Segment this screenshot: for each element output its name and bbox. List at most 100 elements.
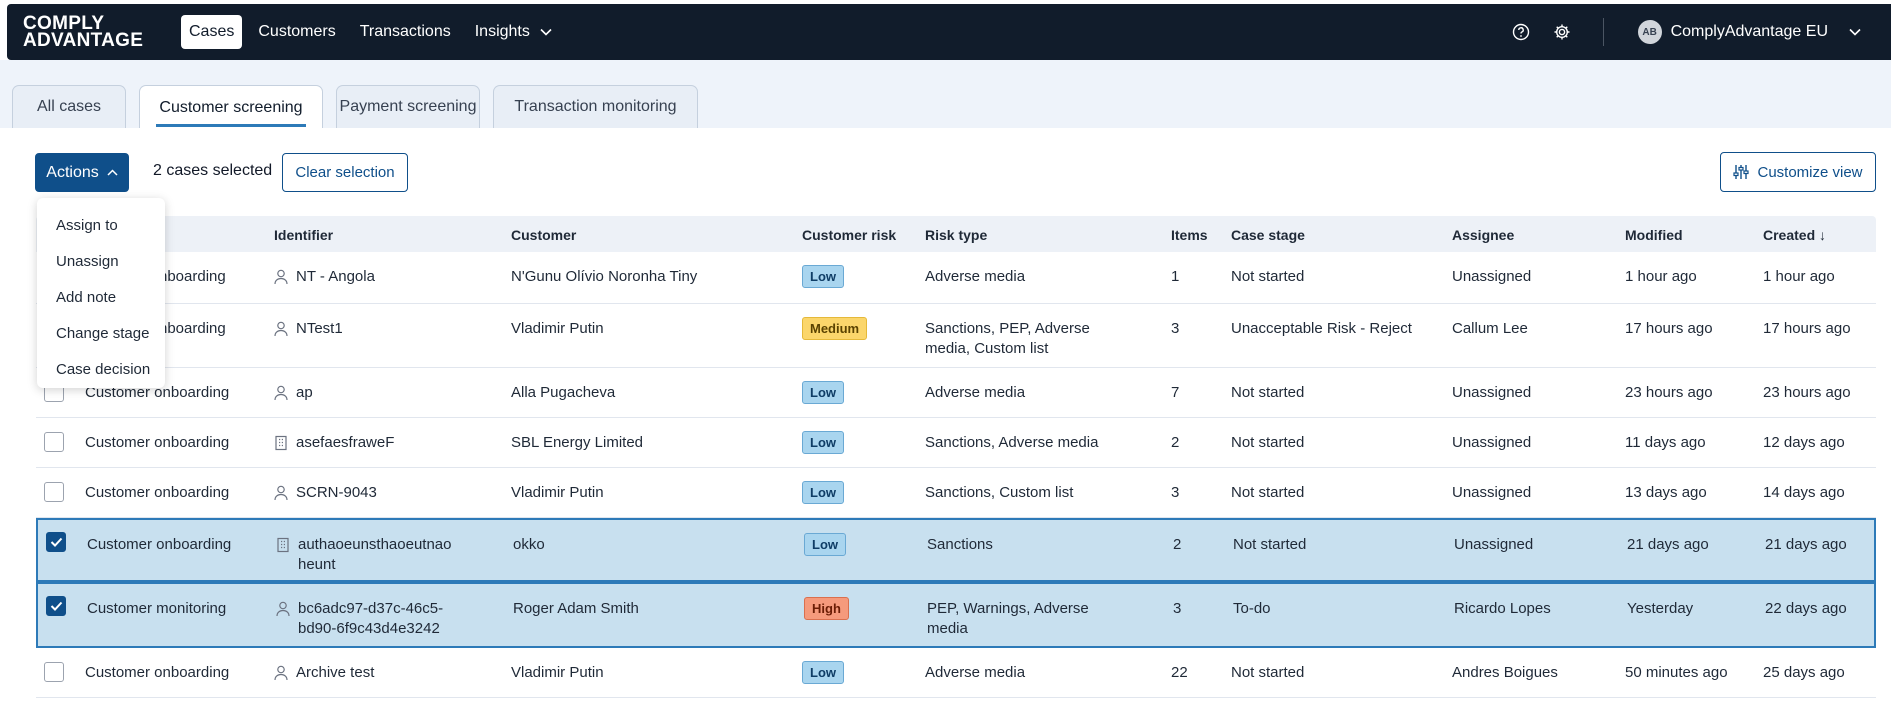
menu-item-unassign[interactable]: Unassign [37, 244, 165, 280]
risk-badge: Medium [802, 317, 868, 340]
items-count: 3 [1171, 320, 1180, 337]
header-customer[interactable]: Customer [511, 225, 576, 245]
identifier-text: Archive test [296, 664, 375, 681]
header-customer-risk[interactable]: Customer risk [802, 225, 896, 245]
items-count: 1 [1171, 268, 1180, 285]
customer-name[interactable]: SBL Energy Limited [511, 433, 643, 453]
case-identifier[interactable]: NTest1 [274, 319, 343, 339]
customer-name[interactable]: okko [513, 535, 545, 555]
nav-transactions-label: Transactions [359, 23, 451, 40]
header-risk-type[interactable]: Risk type [925, 225, 987, 245]
header-assignee[interactable]: Assignee [1452, 225, 1514, 245]
risk-type: Sanctions, Adverse media [925, 434, 1099, 451]
risk-badge: Low [802, 265, 844, 288]
tab-payment-screening[interactable]: Payment screening [336, 85, 480, 128]
customer-name[interactable]: Vladimir Putin [511, 483, 604, 503]
actions-menu: Assign to Unassign Add note Change stage… [37, 198, 165, 388]
header-created[interactable]: Created ↓ [1763, 225, 1826, 245]
row-checkbox[interactable] [46, 532, 66, 552]
customer-name[interactable]: N'Gunu Olívio Noronha Tiny [511, 267, 697, 287]
building-icon [276, 537, 290, 559]
header-items[interactable]: Items [1171, 225, 1208, 245]
risk-badge: Low [802, 381, 844, 404]
customer-name[interactable]: Vladimir Putin [511, 663, 604, 683]
identifier-text: asefaesfraweF [296, 434, 395, 451]
actions-button-label: Actions [46, 163, 99, 181]
case-type: nboarding [159, 320, 226, 337]
menu-item-case-decision[interactable]: Case decision [37, 352, 165, 388]
customer-name[interactable]: Vladimir Putin [511, 319, 604, 339]
customer-risk: Low [802, 661, 844, 684]
comply-advantage-logo[interactable]: COMPLY ADVANTAGE [23, 14, 158, 50]
table-row[interactable]: nboarding NTest1 Vladimir Putin Medium Sanct… [36, 304, 1876, 368]
risk-type: Sanctions, PEP, Adverse media, Custom lis… [925, 319, 1090, 359]
menu-item-add-note[interactable]: Add note [37, 280, 165, 316]
settings-button[interactable] [1550, 20, 1574, 44]
case-stage: Unacceptable Risk - Reject [1231, 320, 1412, 337]
help-button[interactable] [1509, 20, 1533, 44]
checkmark-icon [50, 601, 63, 611]
items-count: 2 [1171, 434, 1180, 451]
nav-cases[interactable]: Cases [181, 15, 243, 49]
customer-risk: Medium [802, 317, 868, 340]
chevron-down-icon [540, 28, 552, 36]
case-identifier[interactable]: Archive test [274, 663, 374, 683]
nav-customers[interactable]: Customers [250, 15, 343, 49]
header-identifier[interactable]: Identifier [274, 225, 333, 245]
customer-risk: Low [802, 481, 844, 504]
menu-item-assign-to[interactable]: Assign to [37, 208, 165, 244]
table-row[interactable]: Customer onboarding SCRN-9043 Vladimir Put… [36, 468, 1876, 518]
customer-risk: Low [804, 533, 846, 556]
risk-type: Adverse media [925, 384, 1026, 401]
table-header: Identifier Customer Customer risk Risk t… [36, 216, 1876, 252]
table-row[interactable]: Customer monitoring bc6adc97-d37c-46c5- bd… [36, 582, 1876, 648]
row-checkbox[interactable] [44, 662, 64, 682]
risk-type-line: media [927, 620, 968, 637]
row-checkbox[interactable] [44, 482, 64, 502]
nav-insights[interactable]: Insights [467, 15, 560, 49]
account-name[interactable]: ComplyAdvantage EU [1671, 23, 1828, 41]
tab-all-cases[interactable]: All cases [12, 85, 126, 128]
gear-icon [1554, 24, 1570, 40]
risk-type: Adverse media [925, 268, 1026, 285]
nav-transactions[interactable]: Transactions [352, 15, 459, 49]
table-row[interactable]: Customer onboarding asefaesfraweF SBL Ener… [36, 418, 1876, 468]
table-row[interactable]: Customer onboarding authaoeunsthaoeutnao h… [36, 518, 1876, 582]
avatar[interactable]: AB [1637, 20, 1662, 44]
case-identifier[interactable]: NT - Angola [274, 267, 375, 287]
actions-button[interactable]: Actions [35, 153, 129, 192]
customer-name[interactable]: Alla Pugacheva [511, 383, 615, 403]
table-row[interactable]: Customer onboarding ap Alla Pugacheva Low Ad… [36, 368, 1876, 418]
clear-selection-button[interactable]: Clear selection [282, 153, 408, 192]
case-stage: Not started [1231, 384, 1305, 401]
risk-badge: High [804, 597, 849, 620]
case-identifier[interactable]: authaoeunsthaoeutnao heunt [276, 535, 451, 575]
menu-item-change-stage[interactable]: Change stage [37, 316, 165, 352]
tab-transaction-monitoring[interactable]: Transaction monitoring [493, 85, 698, 128]
table-row[interactable]: nboarding NT - Angola N'Gunu Olívio Noronh… [36, 252, 1876, 304]
case-identifier[interactable]: ap [274, 383, 313, 403]
items-count: 7 [1171, 384, 1180, 401]
case-identifier[interactable]: SCRN-9043 [274, 483, 377, 503]
table-row[interactable]: Customer onboarding Archive test Vladimir … [36, 648, 1876, 698]
case-type: Customer onboarding [85, 484, 230, 501]
customize-view-button[interactable]: Customize view [1720, 152, 1876, 192]
tab-customer-screening[interactable]: Customer screening [139, 85, 323, 129]
account-menu-toggle[interactable] [1849, 28, 1861, 36]
identifier-text: bc6adc97-d37c-46c5- bd90-6f9c43d4e3242 [298, 599, 443, 639]
row-checkbox[interactable] [44, 432, 64, 452]
customer-name[interactable]: Roger Adam Smith [513, 599, 639, 619]
top-navigation-bar: COMPLY ADVANTAGE Cases Customers Transac… [7, 4, 1891, 60]
case-identifier[interactable]: bc6adc97-d37c-46c5- bd90-6f9c43d4e3242 [276, 599, 443, 639]
header-case-stage[interactable]: Case stage [1231, 225, 1305, 245]
identifier-text: authaoeunsthaoeutnao heunt [298, 535, 451, 575]
case-stage: Not started [1231, 484, 1305, 501]
identifier-text: NTest1 [296, 320, 343, 337]
case-type: Customer monitoring [87, 600, 227, 617]
case-identifier[interactable]: asefaesfraweF [274, 433, 394, 453]
header-modified[interactable]: Modified [1625, 225, 1683, 245]
row-checkbox[interactable] [46, 596, 66, 616]
risk-badge: Low [802, 431, 844, 454]
identifier-text: NT - Angola [296, 268, 375, 285]
topbar-divider [1602, 18, 1604, 46]
